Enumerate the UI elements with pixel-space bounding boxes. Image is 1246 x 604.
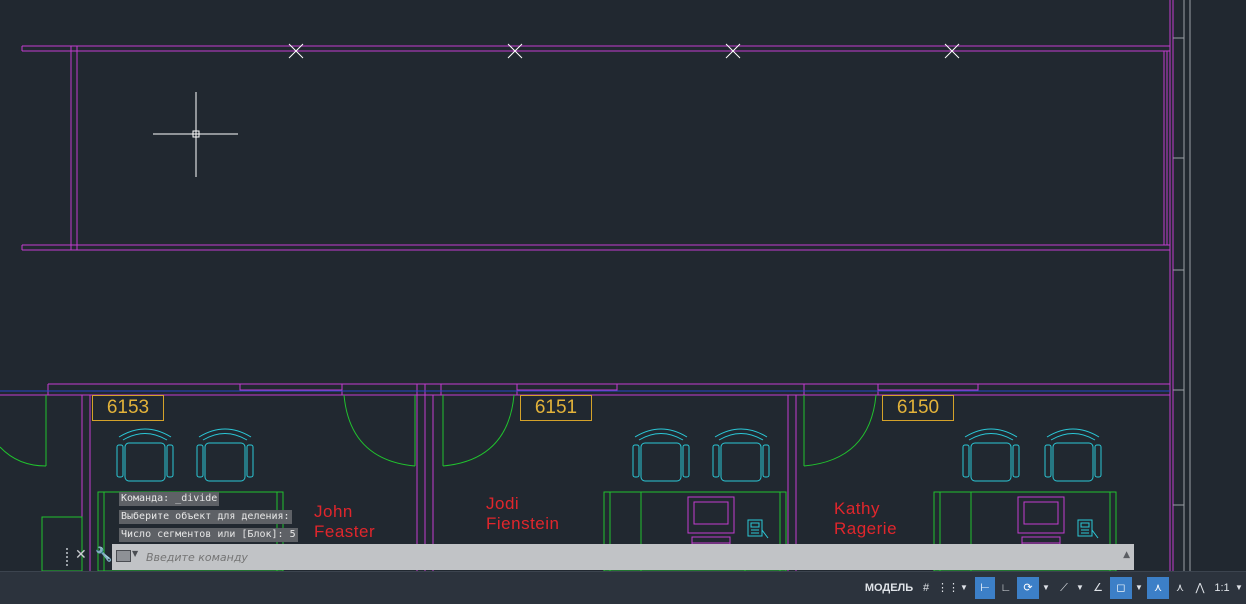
object-snap-tracking-icon[interactable]: ∠ xyxy=(1089,577,1107,599)
command-input[interactable] xyxy=(144,547,1048,567)
occupant-name[interactable]: Kathy Ragerie xyxy=(834,499,897,539)
history-line: Выберите объект для деления: xyxy=(119,510,292,524)
wrench-icon[interactable]: 🔧 xyxy=(95,547,112,563)
command-history: Команда: _divide Выберите объект для дел… xyxy=(119,492,298,546)
snap-icon[interactable]: ⋮⋮ xyxy=(937,577,959,599)
annotation-scale-value[interactable]: 1:1 xyxy=(1211,577,1233,599)
grid-icon[interactable]: # xyxy=(917,577,935,599)
occupant-first-name: John xyxy=(314,502,353,521)
isometric-icon[interactable]: ⟋ xyxy=(1055,577,1073,599)
dynamic-input-icon[interactable]: ⊢ xyxy=(975,577,995,599)
window-segments xyxy=(239,383,979,395)
annotation-scale-icon[interactable]: ⋀ xyxy=(1191,577,1209,599)
history-line: Команда: _divide xyxy=(119,492,220,506)
drawing-canvas[interactable] xyxy=(0,0,1246,571)
model-space-button[interactable]: МОДЕЛЬ xyxy=(864,577,914,599)
annotation-visibility-icon[interactable]: ⋏ xyxy=(1147,577,1169,599)
phone xyxy=(747,519,769,539)
ortho-icon[interactable]: ∟ xyxy=(997,577,1015,599)
room-label[interactable]: 6150 xyxy=(882,395,954,421)
computer xyxy=(1017,496,1065,550)
chair xyxy=(196,428,254,482)
chevron-up-icon[interactable]: ▲ xyxy=(1123,550,1130,560)
chair xyxy=(962,428,1020,482)
occupant-last-name: Feaster xyxy=(314,522,376,541)
chevron-down-icon[interactable]: ▼ xyxy=(1074,577,1086,599)
chair xyxy=(116,428,174,482)
room-label[interactable]: 6151 xyxy=(520,395,592,421)
object-snap-icon[interactable]: ◻ xyxy=(1110,577,1132,599)
telephones[interactable] xyxy=(747,519,1099,539)
room-label[interactable]: 6153 xyxy=(92,395,164,421)
chevron-down-icon[interactable]: ▼ xyxy=(132,549,138,558)
occupant-last-name: Fienstein xyxy=(486,514,560,533)
occupant-first-name: Kathy xyxy=(834,499,880,518)
chair xyxy=(712,428,770,482)
right-border-lines xyxy=(1173,0,1191,571)
close-icon[interactable]: ✕ xyxy=(75,547,87,563)
phone xyxy=(1077,519,1099,539)
polar-tracking-icon[interactable]: ⟳ xyxy=(1017,577,1039,599)
occupant-name[interactable]: Jodi Fienstein xyxy=(486,494,559,534)
crosshair-cursor xyxy=(153,92,238,177)
command-input-area[interactable]: ▼ ▲ xyxy=(112,544,1134,570)
occupant-name[interactable]: John Feaster xyxy=(314,502,375,542)
chevron-down-icon[interactable]: ▼ xyxy=(958,577,970,599)
chevron-down-icon[interactable]: ▼ xyxy=(1133,577,1145,599)
chair xyxy=(1044,428,1102,482)
occupant-first-name: Jodi xyxy=(486,494,520,513)
command-prompt-icon[interactable] xyxy=(116,550,131,562)
history-line: Число сегментов или [Блок]: 5 xyxy=(119,528,298,542)
occupant-last-name: Ragerie xyxy=(834,519,898,538)
command-line-bar: ✕ 🔧 ▼ ▲ xyxy=(66,544,1134,570)
chevron-down-icon[interactable]: ▼ xyxy=(1233,577,1245,599)
computer xyxy=(687,496,735,550)
auto-scale-icon[interactable]: ⋏ xyxy=(1171,577,1189,599)
drag-handle[interactable] xyxy=(66,548,72,566)
status-bar: МОДЕЛЬ # ⋮⋮ ▼ ⊢ ∟ ⟳ ▼ ⟋ ▼ ∠ ◻ ▼ ⋏ ⋏ ⋀ 1:… xyxy=(0,571,1246,604)
corridor-outline[interactable] xyxy=(21,45,1170,251)
chairs[interactable] xyxy=(116,428,1102,482)
chevron-down-icon[interactable]: ▼ xyxy=(1040,577,1052,599)
right-building-edge xyxy=(1169,0,1174,571)
chair xyxy=(632,428,690,482)
